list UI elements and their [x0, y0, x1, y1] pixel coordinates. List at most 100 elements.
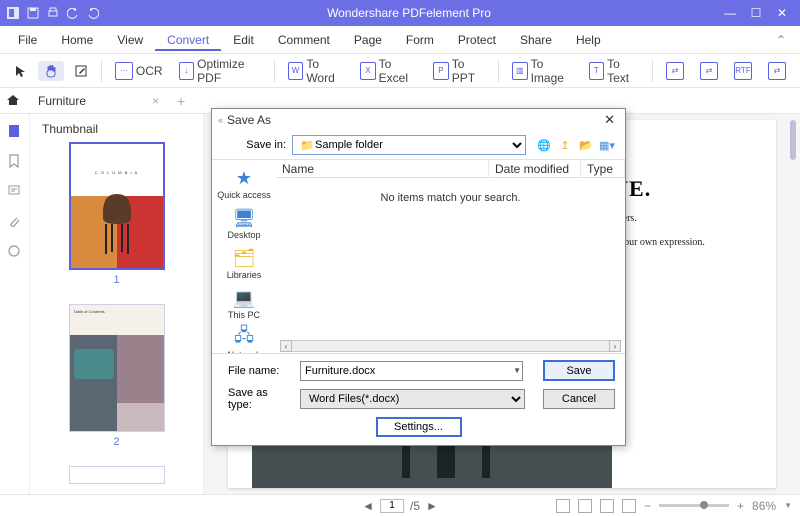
new-folder-icon[interactable]: 📂 — [578, 137, 594, 153]
print-icon[interactable] — [46, 6, 60, 20]
zoom-slider[interactable] — [659, 504, 729, 507]
comments-icon[interactable] — [7, 184, 23, 200]
nav-up-icon[interactable]: ↥ — [557, 137, 573, 153]
col-date[interactable]: Date modified — [489, 160, 581, 177]
menu-home[interactable]: Home — [49, 29, 105, 51]
cancel-button[interactable]: Cancel — [543, 389, 615, 409]
menu-share[interactable]: Share — [508, 29, 564, 51]
page-input[interactable] — [380, 499, 404, 513]
file-list[interactable]: Name Date modified Type No items match y… — [276, 160, 625, 353]
redo-icon[interactable] — [86, 6, 100, 20]
next-page-icon[interactable]: ► — [426, 499, 438, 513]
left-rail — [0, 114, 30, 494]
col-name[interactable]: Name — [276, 160, 489, 177]
menu-convert[interactable]: Convert — [155, 29, 221, 51]
undo-icon[interactable] — [66, 6, 80, 20]
menu-file[interactable]: File — [6, 29, 49, 51]
view-continuous-icon[interactable] — [578, 499, 592, 513]
place-this-pc[interactable]: 💻This PC — [214, 284, 274, 322]
close-button[interactable]: ✕ — [770, 3, 794, 23]
to-excel-button[interactable]: XTo Excel — [354, 54, 423, 88]
zoom-value: 86% — [752, 499, 776, 513]
tab-close-icon[interactable]: × — [152, 94, 159, 108]
app-title: Wondershare PDFelement Pro — [100, 6, 718, 20]
save-icon[interactable] — [26, 6, 40, 20]
save-type-label: Save as type: — [222, 387, 292, 411]
place-libraries[interactable]: 🗂Libraries — [214, 244, 274, 282]
title-bar: Wondershare PDFelement Pro — ☐ ✕ — [0, 0, 800, 26]
menu-protect[interactable]: Protect — [446, 29, 508, 51]
menu-comment[interactable]: Comment — [266, 29, 342, 51]
settings-button[interactable]: Settings... — [376, 417, 462, 437]
optimize-pdf-button[interactable]: ↓Optimize PDF — [173, 54, 267, 88]
collapse-ribbon-icon[interactable]: ⌃ — [768, 29, 794, 51]
page-number-2: 2 — [38, 436, 195, 448]
minimize-button[interactable]: — — [718, 3, 742, 23]
menu-page[interactable]: Page — [342, 29, 394, 51]
convert-extra-4[interactable]: ⇄ — [762, 59, 792, 83]
file-name-label: File name: — [222, 365, 292, 377]
zoom-out-icon[interactable]: − — [644, 499, 651, 513]
status-bar: ◄ /5 ► − + 86% ▼ — [0, 494, 800, 516]
dialog-titlebar: « Save As ✕ — [212, 109, 625, 131]
empty-message: No items match your search. — [276, 192, 625, 204]
bookmarks-icon[interactable] — [7, 154, 23, 170]
search-panel-icon[interactable] — [7, 244, 23, 260]
to-text-button[interactable]: TTo Text — [583, 54, 646, 88]
thumb2-title: Table of Contents — [70, 305, 164, 335]
save-button[interactable]: Save — [543, 360, 615, 381]
view-single-icon[interactable] — [556, 499, 570, 513]
convert-extra-2[interactable]: ⇄ — [694, 59, 724, 83]
scroll-left-icon[interactable]: ‹ — [280, 340, 292, 352]
attachments-icon[interactable] — [7, 214, 23, 230]
toolbar: ···OCR ↓Optimize PDF WTo Word XTo Excel … — [0, 54, 800, 88]
ocr-button[interactable]: ···OCR — [109, 59, 169, 83]
to-text-label: To Text — [607, 57, 639, 85]
to-ppt-button[interactable]: PTo PPT — [427, 54, 491, 88]
view-facing-cont-icon[interactable] — [622, 499, 636, 513]
save-in-dropdown[interactable]: Sample folder — [292, 135, 526, 155]
thumbnail-page-3[interactable] — [69, 466, 165, 484]
menu-help[interactable]: Help — [564, 29, 613, 51]
home-icon[interactable] — [6, 93, 22, 109]
menu-form[interactable]: Form — [394, 29, 446, 51]
maximize-button[interactable]: ☐ — [744, 3, 768, 23]
add-tab-button[interactable]: + — [177, 93, 185, 109]
place-desktop[interactable]: 🖥Desktop — [214, 204, 274, 242]
document-tab[interactable]: Furniture × — [30, 92, 167, 110]
file-name-input[interactable] — [300, 361, 523, 381]
save-in-label: Save in: — [222, 139, 286, 151]
thumbnail-page-1[interactable]: C O L U M B I A — [69, 142, 165, 270]
menu-edit[interactable]: Edit — [221, 29, 266, 51]
page-number-1: 1 — [38, 274, 195, 286]
save-type-dropdown[interactable]: Word Files(*.docx) — [300, 389, 525, 409]
place-network[interactable]: 🖧Network — [214, 324, 274, 353]
dialog-close-icon[interactable]: ✕ — [600, 112, 619, 128]
thumbnails-icon[interactable] — [7, 124, 23, 140]
select-tool[interactable] — [8, 61, 34, 81]
horizontal-scrollbar[interactable]: ‹ › — [280, 339, 621, 353]
menu-bar: File Home View Convert Edit Comment Page… — [0, 26, 800, 54]
to-image-button[interactable]: ▥To Image — [506, 54, 579, 88]
edit-tool[interactable] — [68, 61, 94, 81]
save-in-row: Save in: 📁 Sample folder 🌐 ↥ 📂 ▦▾ — [212, 131, 625, 159]
dialog-back-icon[interactable]: « — [218, 115, 223, 125]
vertical-scrollbar[interactable] — [790, 120, 798, 488]
convert-extra-3[interactable]: RTF — [728, 59, 758, 83]
save-as-dialog: « Save As ✕ Save in: 📁 Sample folder 🌐 ↥… — [211, 108, 626, 446]
view-facing-icon[interactable] — [600, 499, 614, 513]
hand-tool[interactable] — [38, 61, 64, 81]
nav-back-icon[interactable]: 🌐 — [536, 137, 552, 153]
to-word-button[interactable]: WTo Word — [282, 54, 350, 88]
thumbnail-page-2[interactable]: Table of Contents — [69, 304, 165, 432]
zoom-in-icon[interactable]: + — [737, 499, 744, 513]
view-menu-icon[interactable]: ▦▾ — [599, 137, 615, 153]
scroll-right-icon[interactable]: › — [609, 340, 621, 352]
col-type[interactable]: Type — [581, 160, 625, 177]
app-logo-icon — [6, 6, 20, 20]
convert-extra-1[interactable]: ⇄ — [660, 59, 690, 83]
zoom-dropdown-icon[interactable]: ▼ — [784, 501, 792, 510]
place-quick-access[interactable]: ★Quick access — [214, 164, 274, 202]
menu-view[interactable]: View — [105, 29, 155, 51]
prev-page-icon[interactable]: ◄ — [362, 499, 374, 513]
